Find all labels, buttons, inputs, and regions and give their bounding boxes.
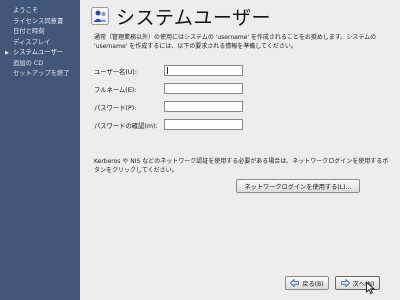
sidebar-item-welcome: ようこそ <box>0 6 80 17</box>
network-login-text: Kerberos や NIS などのネットワーク認証を使用する必要がある場合は、… <box>94 158 389 174</box>
sidebar-item-system-user: ▶ システムユーザー <box>0 48 80 59</box>
back-arrow-icon <box>290 279 300 287</box>
back-button[interactable]: 戻る(B) <box>285 276 329 290</box>
fullname-label: フルネーム(E): <box>94 87 137 94</box>
sidebar-item-finish: セットアップを終了 <box>0 69 80 80</box>
sidebar-item-label: ライセンス同意書 <box>13 17 64 25</box>
back-button-label: 戻る(B) <box>302 280 324 288</box>
forward-arrow-icon <box>340 279 350 287</box>
password-label: パスワード(P): <box>94 105 137 112</box>
description-text: 通常（管理業務以外）の使用にはシステムの 'username' を作成されること… <box>94 34 377 50</box>
sidebar-item-license: ライセンス同意書 <box>0 17 80 28</box>
fullname-field[interactable] <box>164 83 243 94</box>
sidebar-item-label: 日付と時刻 <box>13 28 45 35</box>
sidebar-item-additional-cd: 追加の CD <box>0 59 80 70</box>
network-login-button[interactable]: ネットワークログインを使用する(L)... <box>236 179 360 193</box>
sidebar-steps: ようこそ ライセンス同意書 日付と時刻 ディスプレイ ▶ システムユーザー 追加の… <box>0 0 80 80</box>
sidebar-item-label: ようこそ <box>13 7 39 14</box>
sidebar: ようこそ ライセンス同意書 日付と時刻 ディスプレイ ▶ システムユーザー 追加の… <box>0 0 80 300</box>
mouse-pointer-icon <box>366 282 375 294</box>
username-field[interactable] <box>164 65 243 76</box>
sidebar-item-display: ディスプレイ <box>0 38 80 49</box>
confirm-password-label: パスワードの確認(m): <box>94 123 158 130</box>
current-step-arrow-icon: ▶ <box>5 50 9 56</box>
password-field[interactable] <box>164 101 243 112</box>
sidebar-item-label: 追加の CD <box>13 59 44 67</box>
confirm-password-field[interactable] <box>164 119 243 130</box>
page-title: システムユーザー <box>116 7 272 29</box>
sidebar-item-datetime: 日付と時刻 <box>0 27 80 38</box>
main-panel: システムユーザー 通常（管理業務以外）の使用にはシステムの 'username'… <box>80 0 400 300</box>
sidebar-item-label: ディスプレイ <box>13 38 51 46</box>
sidebar-item-label: セットアップを終了 <box>13 70 70 77</box>
text-caret <box>167 67 168 74</box>
users-icon <box>91 7 109 25</box>
sidebar-item-label: システムユーザー <box>13 49 64 56</box>
username-label: ユーザー名(U): <box>94 69 138 76</box>
